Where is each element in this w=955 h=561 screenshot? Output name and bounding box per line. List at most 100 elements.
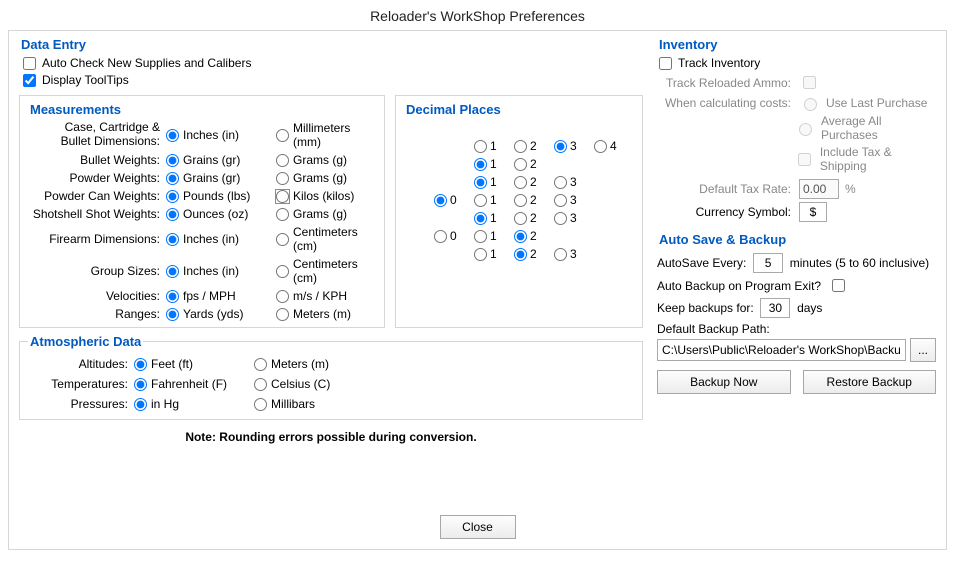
use-last-purchase-radio <box>804 98 817 111</box>
meas-radio[interactable]: Meters (m) <box>276 307 376 321</box>
track-inventory-label: Track Inventory <box>678 56 760 70</box>
data-entry-title: Data Entry <box>19 37 643 52</box>
decimal-option-label: 2 <box>530 193 537 207</box>
decimal-radio[interactable]: 3 <box>554 139 594 153</box>
autosave-unit-label: minutes (5 to 60 inclusive) <box>790 256 929 270</box>
decimal-radio[interactable]: 2 <box>514 247 554 261</box>
atm-radio[interactable]: Celsius (C) <box>254 377 364 391</box>
meas-option-label: Inches (in) <box>183 264 239 278</box>
auto-exit-checkbox[interactable] <box>832 279 845 292</box>
tax-rate-label: Default Tax Rate: <box>657 182 799 196</box>
decimal-radio[interactable]: 3 <box>554 247 594 261</box>
meas-radio[interactable]: Grams (g) <box>276 153 376 167</box>
decimal-option-label: 2 <box>530 175 537 189</box>
meas-radio[interactable]: Grains (gr) <box>166 171 276 185</box>
decimal-radio[interactable]: 1 <box>474 229 514 243</box>
decimal-radio[interactable]: 3 <box>554 193 594 207</box>
atm-radio[interactable]: Fahrenheit (F) <box>134 377 254 391</box>
meas-radio[interactable]: Millimeters (mm) <box>276 121 376 149</box>
close-button[interactable]: Close <box>440 515 516 539</box>
meas-radio[interactable]: Ounces (oz) <box>166 207 276 221</box>
decimal-radio[interactable]: 2 <box>514 157 554 171</box>
atm-option-label: Feet (ft) <box>151 357 193 371</box>
keep-backups-label: Keep backups for: <box>657 301 754 315</box>
meas-radio[interactable]: Grams (g) <box>276 171 376 185</box>
atm-radio[interactable]: Millibars <box>254 397 364 411</box>
include-tax-checkbox <box>798 153 811 166</box>
reloaded-ammo-checkbox <box>803 76 816 89</box>
decimal-radio[interactable]: 2 <box>514 139 554 153</box>
backup-title: Auto Save & Backup <box>657 232 936 247</box>
average-purchases-radio <box>799 123 812 136</box>
meas-radio[interactable]: Centimeters (cm) <box>276 225 376 253</box>
autocheck-checkbox[interactable] <box>23 57 36 70</box>
decimal-radio[interactable]: 2 <box>514 229 554 243</box>
decimal-option-label: 1 <box>490 193 497 207</box>
backup-path-input[interactable] <box>657 339 906 361</box>
atm-label: Temperatures: <box>34 377 134 391</box>
atm-label: Altitudes: <box>34 357 134 371</box>
meas-radio[interactable]: Kilos (kilos) <box>276 189 376 203</box>
decimal-option-label: 1 <box>490 229 497 243</box>
meas-option-label: Inches (in) <box>183 128 239 142</box>
meas-option-label: Centimeters (cm) <box>293 257 376 285</box>
meas-label: Case, Cartridge &Bullet Dimensions: <box>28 121 166 149</box>
costs-label: When calculating costs: <box>657 96 799 110</box>
decimal-radio[interactable]: 1 <box>474 175 514 189</box>
tooltips-checkbox[interactable] <box>23 74 36 87</box>
meas-label: Velocities: <box>28 289 166 303</box>
decimal-option-label: 1 <box>490 139 497 153</box>
currency-input[interactable] <box>799 202 827 222</box>
meas-option-label: Grains (gr) <box>183 153 240 167</box>
decimal-option-label: 3 <box>570 193 577 207</box>
decimal-radio[interactable]: 0 <box>434 193 474 207</box>
meas-radio[interactable]: Grains (gr) <box>166 153 276 167</box>
decimal-radio[interactable]: 2 <box>514 211 554 225</box>
meas-radio[interactable]: Inches (in) <box>166 264 276 278</box>
decimal-radio[interactable]: 1 <box>474 157 514 171</box>
tax-rate-input <box>799 179 839 199</box>
meas-radio[interactable]: fps / MPH <box>166 289 276 303</box>
decimal-radio[interactable]: 3 <box>554 211 594 225</box>
decimal-radio[interactable]: 2 <box>514 175 554 189</box>
meas-option-label: Grams (g) <box>293 153 347 167</box>
meas-radio[interactable]: Inches (in) <box>166 232 276 246</box>
decimal-radio[interactable]: 1 <box>474 211 514 225</box>
restore-backup-button[interactable]: Restore Backup <box>803 370 937 394</box>
meas-label: Shotshell Shot Weights: <box>28 207 166 221</box>
reloaded-ammo-label: Track Reloaded Ammo: <box>657 76 799 90</box>
decimal-radio[interactable]: 3 <box>554 175 594 189</box>
decimal-option-label: 1 <box>490 211 497 225</box>
decimal-group: Decimal Places 1234121230123123012123 <box>395 95 643 328</box>
atm-radio[interactable]: Feet (ft) <box>134 357 254 371</box>
meas-option-label: Kilos (kilos) <box>293 189 354 203</box>
track-inventory-checkbox[interactable] <box>659 57 672 70</box>
browse-button[interactable]: ... <box>910 338 936 362</box>
autosave-input[interactable] <box>753 253 783 273</box>
meas-radio[interactable]: Grams (g) <box>276 207 376 221</box>
inventory-title: Inventory <box>657 37 936 52</box>
decimal-option-label: 1 <box>490 157 497 171</box>
atm-radio[interactable]: in Hg <box>134 397 254 411</box>
decimal-radio[interactable]: 2 <box>514 193 554 207</box>
decimal-radio[interactable]: 4 <box>594 139 634 153</box>
decimal-radio[interactable]: 0 <box>434 229 474 243</box>
atm-option-label: in Hg <box>151 397 179 411</box>
decimal-radio[interactable]: 1 <box>474 193 514 207</box>
meas-radio[interactable]: Pounds (lbs) <box>166 189 276 203</box>
decimal-radio[interactable]: 1 <box>474 247 514 261</box>
decimal-radio[interactable]: 1 <box>474 139 514 153</box>
conversion-note: Note: Rounding errors possible during co… <box>19 430 643 444</box>
meas-label: Ranges: <box>28 307 166 321</box>
decimal-option-label: 0 <box>450 193 457 207</box>
meas-radio[interactable]: Yards (yds) <box>166 307 276 321</box>
meas-radio[interactable]: m/s / KPH <box>276 289 376 303</box>
meas-radio[interactable]: Inches (in) <box>166 128 276 142</box>
keep-backups-input[interactable] <box>760 298 790 318</box>
atm-option-label: Millibars <box>271 397 315 411</box>
tooltips-label: Display ToolTips <box>42 73 129 87</box>
atm-radio[interactable]: Meters (m) <box>254 357 364 371</box>
meas-radio[interactable]: Centimeters (cm) <box>276 257 376 285</box>
decimal-option-label: 3 <box>570 139 577 153</box>
backup-now-button[interactable]: Backup Now <box>657 370 791 394</box>
